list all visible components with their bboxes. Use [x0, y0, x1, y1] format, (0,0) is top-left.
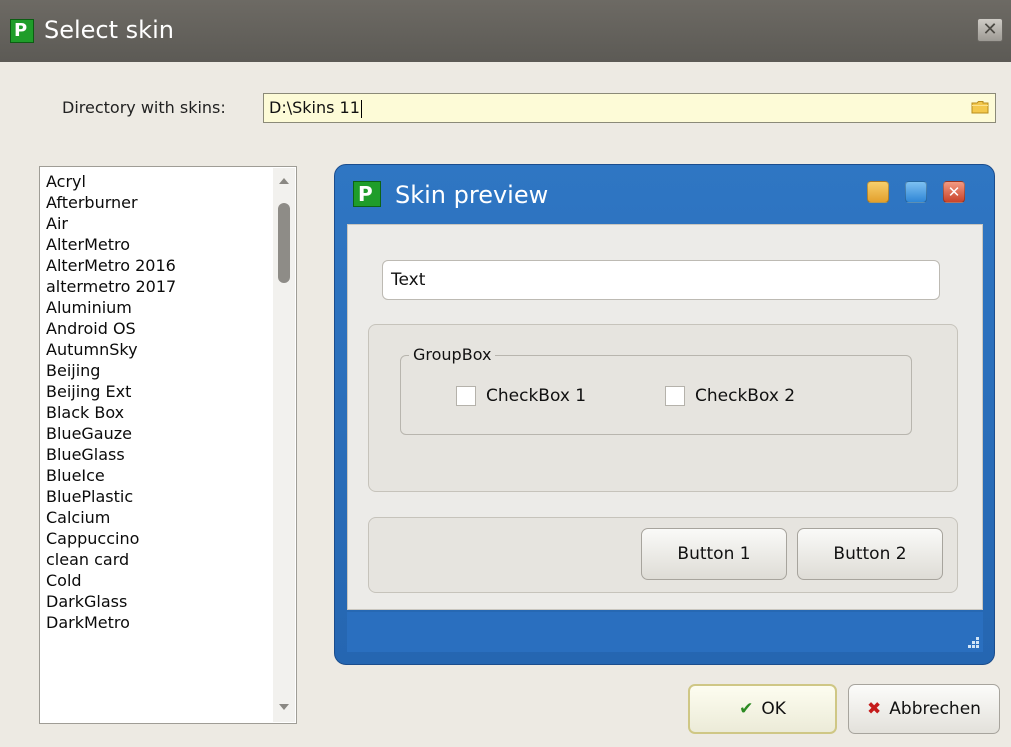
- groupbox: GroupBox CheckBox 1 CheckBox 2: [400, 344, 912, 435]
- skin-list-item[interactable]: Black Box: [46, 402, 176, 423]
- skin-list-item[interactable]: Calcium: [46, 507, 176, 528]
- text-caret: [360, 99, 362, 118]
- skin-list[interactable]: Acryl Afterburner Air AlterMetro AlterMetro …: [39, 166, 297, 724]
- preview-maximize-icon[interactable]: [905, 181, 927, 203]
- skin-list-item[interactable]: Beijing Ext: [46, 381, 176, 402]
- folder-icon[interactable]: [971, 100, 989, 114]
- preview-minimize-icon[interactable]: [867, 181, 889, 203]
- skin-list-item[interactable]: AlterMetro: [46, 234, 176, 255]
- preview-button-2[interactable]: Button 2: [797, 528, 943, 580]
- x-icon: ✖: [867, 699, 882, 719]
- vertical-scrollbar[interactable]: [273, 168, 295, 722]
- groupbox-label: GroupBox: [409, 344, 496, 366]
- skin-list-item[interactable]: clean card: [46, 549, 176, 570]
- title-bar: P Select skin ✕: [0, 0, 1011, 62]
- preview-button-panel: Button 1 Button 2: [368, 517, 958, 593]
- skin-list-item[interactable]: AutumnSky: [46, 339, 176, 360]
- cancel-label: Abbrechen: [889, 699, 981, 719]
- close-button[interactable]: ✕: [977, 18, 1003, 42]
- close-icon: ✕: [982, 19, 998, 40]
- ok-label: OK: [761, 699, 786, 719]
- skin-list-item[interactable]: AlterMetro 2016: [46, 255, 176, 276]
- skin-preview-window: P Skin preview ✕ Text GroupBox CheckBox …: [334, 164, 995, 665]
- skin-list-item[interactable]: BluePlastic: [46, 486, 176, 507]
- skin-list-item[interactable]: DarkGlass: [46, 591, 176, 612]
- preview-close-icon[interactable]: ✕: [943, 181, 965, 203]
- skin-list-item[interactable]: BlueGauze: [46, 423, 176, 444]
- skin-list-item[interactable]: Acryl: [46, 171, 176, 192]
- skin-list-item[interactable]: Aluminium: [46, 297, 176, 318]
- app-logo-icon: P: [10, 19, 34, 43]
- skin-list-item[interactable]: Afterburner: [46, 192, 176, 213]
- skin-list-item[interactable]: Air: [46, 213, 176, 234]
- window-title: Select skin: [44, 16, 174, 44]
- skin-list-item[interactable]: Android OS: [46, 318, 176, 339]
- preview-text-field[interactable]: Text: [382, 260, 940, 300]
- skin-list-item[interactable]: Beijing: [46, 360, 176, 381]
- skin-list-item[interactable]: altermetro 2017: [46, 276, 176, 297]
- cancel-button[interactable]: ✖ Abbrechen: [848, 684, 1000, 734]
- directory-label: Directory with skins:: [62, 98, 226, 117]
- scroll-thumb[interactable]: [278, 203, 290, 283]
- ok-button[interactable]: ✔ OK: [688, 684, 837, 734]
- preview-status-bar: [347, 612, 983, 652]
- checkbox-2-box[interactable]: [665, 386, 685, 406]
- preview-button-1[interactable]: Button 1: [641, 528, 787, 580]
- checkbox-1-label: CheckBox 1: [486, 386, 587, 406]
- app-logo-glyph: P: [14, 20, 28, 41]
- skin-list-item[interactable]: Cold: [46, 570, 176, 591]
- scroll-down-icon[interactable]: [279, 704, 289, 710]
- preview-title: Skin preview: [395, 181, 549, 209]
- resize-grip-icon[interactable]: [965, 634, 979, 648]
- skin-list-items: Acryl Afterburner Air AlterMetro AlterMetro …: [46, 171, 176, 633]
- scroll-up-icon[interactable]: [279, 178, 289, 184]
- skin-list-item[interactable]: DarkMetro: [46, 612, 176, 633]
- preview-client-area: Text GroupBox CheckBox 1 CheckBox 2 Butt…: [347, 224, 983, 610]
- skin-list-item[interactable]: BlueGlass: [46, 444, 176, 465]
- checkbox-1-box[interactable]: [456, 386, 476, 406]
- skin-list-item[interactable]: Cappuccino: [46, 528, 176, 549]
- checkbox-2[interactable]: CheckBox 2: [665, 385, 795, 407]
- checkbox-1[interactable]: CheckBox 1: [456, 385, 586, 407]
- skin-list-item[interactable]: BlueIce: [46, 465, 176, 486]
- directory-input[interactable]: D:\Skins 11: [263, 93, 996, 123]
- directory-value: D:\Skins 11: [269, 98, 360, 117]
- preview-logo-icon: P: [353, 181, 381, 207]
- preview-logo-glyph: P: [358, 182, 373, 206]
- checkbox-2-label: CheckBox 2: [695, 386, 796, 406]
- preview-panel: GroupBox CheckBox 1 CheckBox 2: [368, 324, 958, 492]
- preview-close-glyph: ✕: [947, 183, 961, 201]
- checkmark-icon: ✔: [739, 699, 754, 719]
